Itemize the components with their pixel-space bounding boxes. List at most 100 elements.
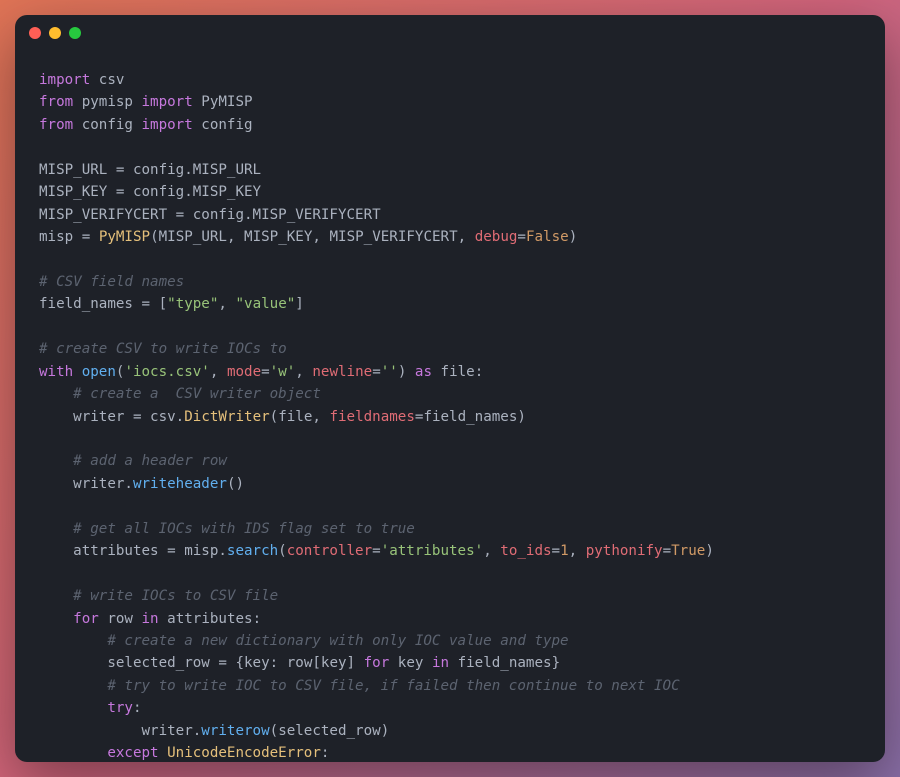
code-token: config bbox=[193, 117, 253, 133]
code-token: ( bbox=[278, 543, 287, 559]
code-token: , bbox=[210, 364, 227, 380]
code-token: : bbox=[133, 700, 142, 716]
code-token: writeheader bbox=[133, 476, 227, 492]
code-token: 'iocs.csv' bbox=[124, 364, 209, 380]
code-token bbox=[39, 588, 73, 604]
code-token: # create a CSV writer object bbox=[73, 386, 321, 402]
code-token: False bbox=[526, 229, 569, 245]
code-token bbox=[39, 521, 73, 537]
code-token: MISP_VERIFYCERT bbox=[39, 207, 176, 223]
code-token: 1 bbox=[560, 543, 569, 559]
code-token: # create CSV to write IOCs to bbox=[39, 341, 287, 357]
code-token: # CSV field names bbox=[39, 274, 184, 290]
code-token: in bbox=[142, 611, 159, 627]
code-token: pymisp bbox=[73, 94, 141, 110]
code-token: in bbox=[432, 655, 449, 671]
code-token: PyMISP bbox=[193, 94, 253, 110]
code-token: as bbox=[415, 364, 432, 380]
code-token: writerow bbox=[201, 723, 269, 739]
code-token: : bbox=[475, 364, 484, 380]
code-token: = bbox=[552, 543, 561, 559]
code-token: = bbox=[218, 655, 227, 671]
code-token: csv bbox=[90, 72, 124, 88]
code-token: = bbox=[176, 207, 185, 223]
code-token: ) bbox=[569, 229, 578, 245]
code-token: attributes bbox=[39, 543, 167, 559]
code-token bbox=[39, 453, 73, 469]
code-token: = bbox=[167, 543, 176, 559]
code-token: debug bbox=[475, 229, 518, 245]
code-token: PyMISP bbox=[99, 229, 150, 245]
code-token: } bbox=[552, 655, 561, 671]
code-token: ( bbox=[150, 229, 159, 245]
code-token: config.MISP_VERIFYCERT bbox=[184, 207, 380, 223]
code-token: , bbox=[458, 229, 475, 245]
code-token: import bbox=[39, 72, 90, 88]
code-token: = bbox=[142, 296, 151, 312]
zoom-icon[interactable] bbox=[69, 27, 81, 39]
code-token: to_ids bbox=[500, 543, 551, 559]
code-token bbox=[90, 229, 99, 245]
code-token: () bbox=[227, 476, 244, 492]
code-token bbox=[39, 745, 107, 761]
code-token: MISP_KEY bbox=[39, 184, 116, 200]
code-token: writer bbox=[39, 409, 133, 425]
code-token: writer. bbox=[39, 723, 201, 739]
code-token: row bbox=[99, 611, 142, 627]
code-token: { bbox=[227, 655, 244, 671]
code-token: row bbox=[287, 655, 313, 671]
code-token: ) bbox=[398, 364, 415, 380]
code-token: "type" bbox=[167, 296, 218, 312]
code-token: # try to write IOC to CSV file, if faile… bbox=[107, 678, 679, 694]
code-token: : bbox=[270, 655, 287, 671]
code-token: # add a header row bbox=[73, 453, 227, 469]
code-token bbox=[39, 611, 73, 627]
code-area[interactable]: import csv from pymisp import PyMISP fro… bbox=[15, 51, 885, 762]
code-token: selected_row bbox=[39, 655, 218, 671]
code-token: search bbox=[227, 543, 278, 559]
code-token: controller bbox=[287, 543, 372, 559]
code-token: import bbox=[142, 117, 193, 133]
code-token: = bbox=[82, 229, 91, 245]
code-token: = bbox=[261, 364, 270, 380]
code-token: ) bbox=[705, 543, 714, 559]
code-token: field_names bbox=[423, 409, 517, 425]
code-token: ( bbox=[270, 409, 279, 425]
code-token bbox=[39, 633, 107, 649]
code-token: ) bbox=[517, 409, 526, 425]
code-token: from bbox=[39, 94, 73, 110]
code-token: except bbox=[107, 745, 158, 761]
code-token: ) bbox=[381, 723, 390, 739]
code-token: for bbox=[364, 655, 390, 671]
code-token: key bbox=[389, 655, 432, 671]
code-token: misp. bbox=[176, 543, 227, 559]
code-token: # get all IOCs with IDS flag set to true bbox=[73, 521, 415, 537]
code-token: True bbox=[671, 543, 705, 559]
code-token: # create a new dictionary with only IOC … bbox=[107, 633, 568, 649]
code-token: , bbox=[312, 229, 329, 245]
code-token: open bbox=[82, 364, 116, 380]
code-token: key bbox=[244, 655, 270, 671]
code-token: pythonify bbox=[586, 543, 663, 559]
code-token: 'attributes' bbox=[381, 543, 484, 559]
code-token bbox=[159, 745, 168, 761]
code-token: = bbox=[517, 229, 526, 245]
close-icon[interactable] bbox=[29, 27, 41, 39]
code-token bbox=[73, 364, 82, 380]
code-token: [ bbox=[312, 655, 321, 671]
code-token: from bbox=[39, 117, 73, 133]
code-token: try bbox=[107, 700, 133, 716]
code-token: , bbox=[483, 543, 500, 559]
code-token: [ bbox=[150, 296, 167, 312]
code-token: : bbox=[321, 745, 330, 761]
code-token: MISP_KEY bbox=[244, 229, 312, 245]
code-token: config.MISP_URL bbox=[124, 162, 261, 178]
code-token: field_names bbox=[449, 655, 552, 671]
code-token: '' bbox=[381, 364, 398, 380]
code-token: , bbox=[227, 229, 244, 245]
minimize-icon[interactable] bbox=[49, 27, 61, 39]
code-token: csv. bbox=[142, 409, 185, 425]
code-token: MISP_URL bbox=[39, 162, 116, 178]
editor-window: import csv from pymisp import PyMISP fro… bbox=[15, 15, 885, 762]
code-token bbox=[39, 700, 107, 716]
